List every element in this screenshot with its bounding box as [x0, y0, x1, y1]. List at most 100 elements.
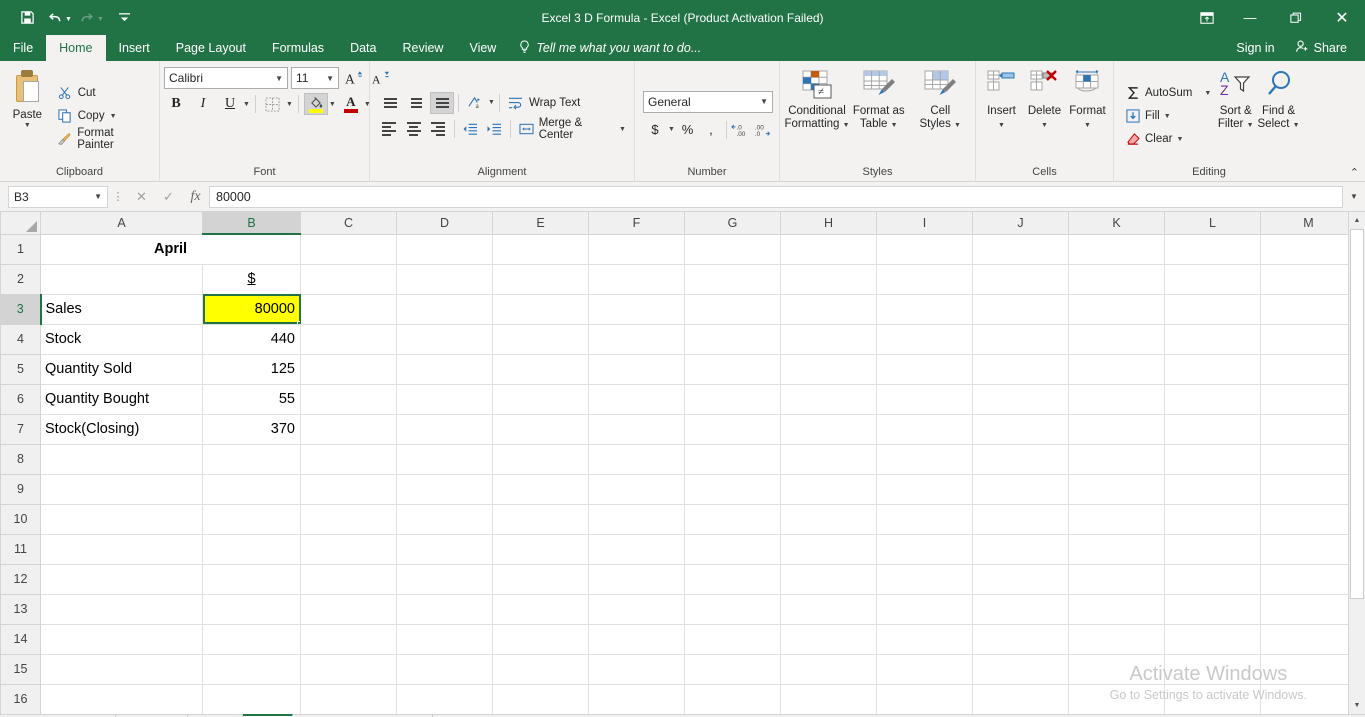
cell-K10[interactable] [1069, 504, 1165, 534]
cell-I14[interactable] [877, 624, 973, 654]
cell-L3[interactable] [1165, 294, 1261, 324]
borders-button[interactable] [261, 93, 285, 115]
cell-A3[interactable]: Sales [41, 294, 203, 324]
column-header-G[interactable]: G [685, 212, 781, 234]
cell-D13[interactable] [397, 594, 493, 624]
cell-G5[interactable] [685, 354, 781, 384]
cell-E9[interactable] [493, 474, 589, 504]
cell-K9[interactable] [1069, 474, 1165, 504]
cell-H3[interactable] [781, 294, 877, 324]
underline-dropdown-icon[interactable]: ▼ [243, 101, 250, 108]
cell-G1[interactable] [685, 234, 781, 264]
cell-M12[interactable] [1261, 564, 1357, 594]
paste-dropdown-icon[interactable]: ▼ [24, 122, 31, 129]
cell-C9[interactable] [301, 474, 397, 504]
cell-B15[interactable] [203, 654, 301, 684]
cell-K11[interactable] [1069, 534, 1165, 564]
cell-D4[interactable] [397, 324, 493, 354]
row-header-11[interactable]: 11 [1, 534, 41, 564]
cell-H11[interactable] [781, 534, 877, 564]
cell-D12[interactable] [397, 564, 493, 594]
underline-button[interactable]: U [218, 93, 242, 115]
cell-G9[interactable] [685, 474, 781, 504]
ribbon-tab-view[interactable]: View [456, 35, 509, 61]
cell-E14[interactable] [493, 624, 589, 654]
cell-I3[interactable] [877, 294, 973, 324]
cell-C14[interactable] [301, 624, 397, 654]
cell-A14[interactable] [41, 624, 203, 654]
share-button[interactable]: Share [1287, 40, 1355, 56]
cell-G15[interactable] [685, 654, 781, 684]
cell-D10[interactable] [397, 504, 493, 534]
column-header-C[interactable]: C [301, 212, 397, 234]
cell-H2[interactable] [781, 264, 877, 294]
find-and-select-button[interactable]: Find & Select ▼ [1257, 65, 1300, 166]
orientation-button[interactable]: a [463, 92, 487, 114]
cell-L1[interactable] [1165, 234, 1261, 264]
cell-B4[interactable]: 440 [203, 324, 301, 354]
cell-G13[interactable] [685, 594, 781, 624]
orientation-dropdown-icon[interactable]: ▼ [488, 99, 495, 106]
align-bottom-button[interactable] [430, 92, 454, 114]
cell-C5[interactable] [301, 354, 397, 384]
cell-D6[interactable] [397, 384, 493, 414]
row-header-12[interactable]: 12 [1, 564, 41, 594]
cell-J16[interactable] [973, 684, 1069, 714]
cell-F13[interactable] [589, 594, 685, 624]
format-cells-button[interactable]: Format ▼ [1066, 65, 1109, 166]
cell-K6[interactable] [1069, 384, 1165, 414]
column-header-K[interactable]: K [1069, 212, 1165, 234]
ribbon-tab-home[interactable]: Home [46, 35, 105, 61]
cell-M16[interactable] [1261, 684, 1357, 714]
cell-J5[interactable] [973, 354, 1069, 384]
cell-L7[interactable] [1165, 414, 1261, 444]
comma-style-button[interactable]: , [700, 119, 721, 141]
row-header-15[interactable]: 15 [1, 654, 41, 684]
customize-qat-icon[interactable] [112, 6, 138, 30]
cell-M5[interactable] [1261, 354, 1357, 384]
row-header-2[interactable]: 2 [1, 264, 41, 294]
cell-F4[interactable] [589, 324, 685, 354]
column-header-L[interactable]: L [1165, 212, 1261, 234]
collapse-ribbon-button[interactable]: ⌃ [1350, 166, 1359, 179]
paste-button[interactable]: Paste ▼ [4, 65, 51, 166]
cell-B8[interactable] [203, 444, 301, 474]
cell-G10[interactable] [685, 504, 781, 534]
accounting-dropdown-icon[interactable]: ▼ [668, 126, 675, 133]
scroll-down-icon[interactable]: ▼ [1349, 697, 1365, 714]
font-size-chevron-down-icon[interactable]: ▼ [326, 74, 334, 83]
font-color-button[interactable]: A [339, 93, 363, 115]
cell-E5[interactable] [493, 354, 589, 384]
ribbon-tab-formulas[interactable]: Formulas [259, 35, 337, 61]
cell-G16[interactable] [685, 684, 781, 714]
cell-D15[interactable] [397, 654, 493, 684]
confirm-entry-button[interactable]: ✓ [155, 186, 182, 208]
cell-M14[interactable] [1261, 624, 1357, 654]
increase-decimal-button[interactable]: .0.00 [730, 119, 751, 141]
cell-C8[interactable] [301, 444, 397, 474]
italic-button[interactable]: I [191, 93, 215, 115]
sign-in-button[interactable]: Sign in [1228, 41, 1282, 55]
cell-E10[interactable] [493, 504, 589, 534]
cell-L5[interactable] [1165, 354, 1261, 384]
percent-style-button[interactable]: % [677, 119, 698, 141]
column-header-H[interactable]: H [781, 212, 877, 234]
cell-C16[interactable] [301, 684, 397, 714]
ribbon-tab-review[interactable]: Review [389, 35, 456, 61]
accounting-format-button[interactable]: $ [643, 119, 667, 141]
cell-E15[interactable] [493, 654, 589, 684]
cell-H14[interactable] [781, 624, 877, 654]
cell-J1[interactable] [973, 234, 1069, 264]
cell-L4[interactable] [1165, 324, 1261, 354]
column-header-F[interactable]: F [589, 212, 685, 234]
cell-J9[interactable] [973, 474, 1069, 504]
row-header-10[interactable]: 10 [1, 504, 41, 534]
merge-center-dropdown-icon[interactable]: ▼ [619, 126, 626, 133]
cell-I2[interactable] [877, 264, 973, 294]
autosum-dropdown-icon[interactable]: ▼ [1204, 90, 1211, 97]
column-header-M[interactable]: M [1261, 212, 1357, 234]
cell-H10[interactable] [781, 504, 877, 534]
cell-I8[interactable] [877, 444, 973, 474]
cell-C3[interactable] [301, 294, 397, 324]
cell-K8[interactable] [1069, 444, 1165, 474]
